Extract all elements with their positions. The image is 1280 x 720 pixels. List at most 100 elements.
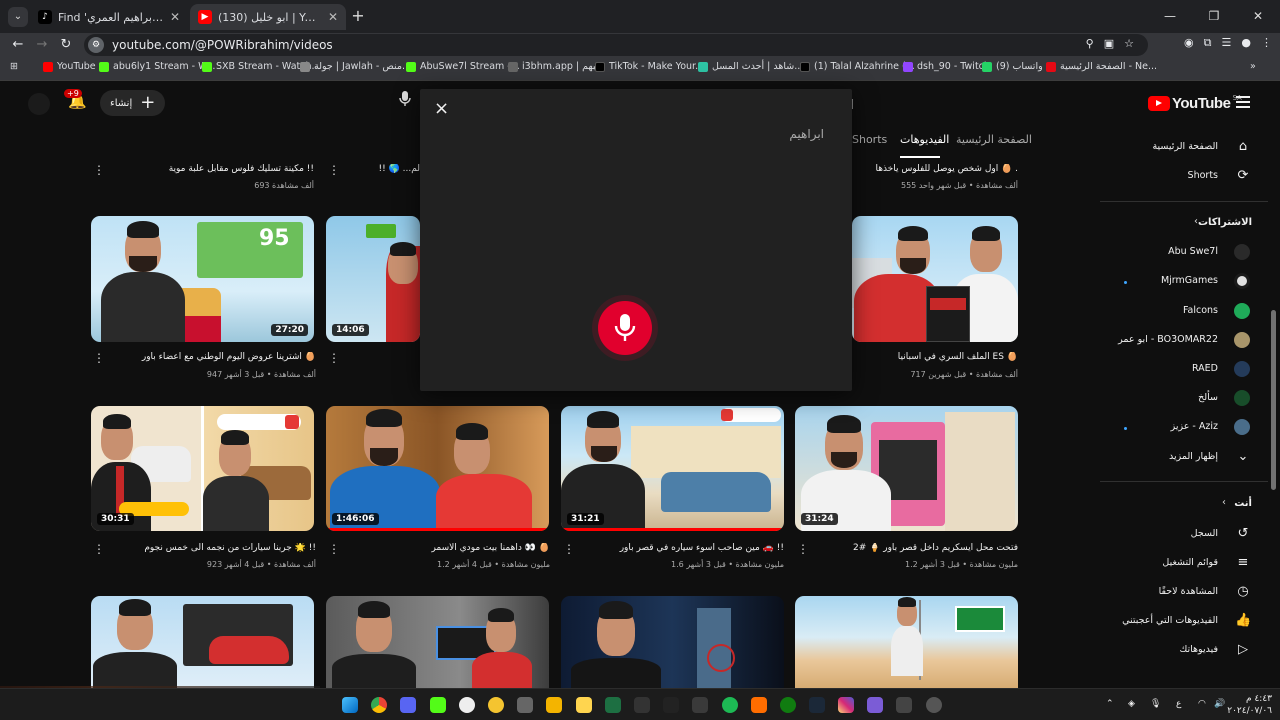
sidebar-subscription[interactable]: MjrmGames	[1100, 275, 1218, 286]
video-menu-icon[interactable]: ⋮	[93, 352, 105, 364]
steam-icon[interactable]	[809, 697, 825, 713]
url-text[interactable]: youtube.com/@POWRibrahim/videos	[112, 38, 333, 52]
video-title[interactable]: مين صاحب اسوء سياره في قصر باور 🚗 !!	[574, 543, 784, 553]
tab-shorts[interactable]: Shorts	[852, 133, 887, 146]
sidebar-subscription[interactable]: ابو عمر - BO3OMAR22	[1100, 334, 1218, 345]
video-menu-icon[interactable]: ⋮	[93, 543, 105, 555]
bookmark-item[interactable]: i3bhm.app | لعبهم	[508, 61, 603, 72]
video-thumbnail[interactable]	[326, 596, 549, 688]
sidebar-item-history[interactable]: السجل	[1100, 528, 1218, 539]
new-tab-button[interactable]: +	[348, 7, 368, 27]
video-menu-icon[interactable]: ⋮	[563, 543, 575, 555]
video-menu-icon[interactable]: ⋮	[93, 164, 105, 176]
video-title[interactable]: اشترينا عروض اليوم الوطني مع أعضاء باور …	[104, 352, 316, 362]
sidebar-item-shorts[interactable]: Shorts	[1100, 170, 1218, 181]
back-arrow-icon[interactable]: ←	[8, 35, 28, 55]
taskbar-clock[interactable]: ٤:٤٣ م ٢٠٢٤/٠٧/٠٦	[1227, 693, 1272, 717]
video-title[interactable]: فتحت محل آيسكريم داخل قصر باور 🍦 #2	[808, 543, 1018, 553]
tray-mic-icon[interactable]: 🎙	[1150, 699, 1161, 709]
sidebar-item-your-videos[interactable]: فيديوهاتك	[1100, 644, 1218, 655]
tab-videos[interactable]: الفيديوهات	[900, 133, 949, 146]
excel-icon[interactable]	[605, 697, 621, 713]
sidebar-item-watch-later[interactable]: المشاهدة لاحقًا	[1100, 586, 1218, 597]
video-menu-icon[interactable]: ⋮	[328, 352, 340, 364]
video-title[interactable]: جربنا سيارات من نجمه الى خمس نجوم 🌟 !!	[104, 543, 316, 553]
app-icon[interactable]	[896, 697, 912, 713]
instagram-icon[interactable]	[838, 697, 854, 713]
video-menu-icon[interactable]: ⋮	[328, 543, 340, 555]
maximize-icon[interactable]: ❐	[1192, 0, 1236, 33]
video-thumbnail[interactable]	[852, 216, 1018, 342]
bookmark-item[interactable]: واتساب (9)	[982, 61, 1043, 72]
reload-icon[interactable]: ↻	[56, 35, 76, 55]
video-thumbnail[interactable]: 14:06	[326, 216, 420, 342]
sidebar-subscription[interactable]: Abu Swe7l	[1100, 246, 1218, 257]
guide-menu-icon[interactable]	[1236, 96, 1250, 108]
address-bar[interactable]: ⚙ youtube.com/@POWRibrahim/videos ⚲ ▣ ☆	[84, 34, 1148, 56]
discord-icon[interactable]	[400, 697, 416, 713]
menu-icon[interactable]: ☰	[1222, 36, 1232, 50]
video-thumbnail[interactable]	[91, 596, 314, 688]
tab-home[interactable]: الصفحة الرئيسية	[956, 133, 1032, 146]
browser-tab-active[interactable]: ▶ (130) ابو خليل | YouTube ✕	[190, 4, 346, 30]
wifi-icon[interactable]: ◠	[1198, 699, 1206, 709]
account-avatar[interactable]	[28, 93, 50, 115]
tray-overflow-icon[interactable]: ⌃	[1106, 699, 1114, 709]
voice-search-mic-icon[interactable]	[394, 91, 416, 113]
close-icon[interactable]: ×	[434, 99, 449, 119]
site-info-icon[interactable]: ⚙	[88, 37, 104, 53]
video-menu-icon[interactable]: ⋮	[328, 164, 340, 176]
bookmarks-overflow-icon[interactable]: »	[1250, 61, 1256, 72]
bookmark-item[interactable]: (1) Talal Alzahrine (...	[800, 61, 915, 72]
chrome-icon[interactable]	[371, 697, 387, 713]
zoom-icon[interactable]: ⚲	[1086, 37, 1094, 50]
video-thumbnail[interactable]: 31:24	[795, 406, 1018, 531]
video-menu-icon[interactable]: ⋮	[797, 543, 809, 555]
you-heading[interactable]: أنت	[1140, 498, 1252, 509]
sidebar-item-playlists[interactable]: قوائم التشغيل	[1100, 557, 1218, 568]
create-button[interactable]: إنشاء +	[100, 90, 166, 116]
youtube-logo[interactable]: YouTube SA	[1148, 94, 1242, 112]
minimize-icon[interactable]: —	[1148, 0, 1192, 33]
bookmark-item[interactable]: AbuSwe7l Stream -...	[406, 61, 520, 72]
app-icon[interactable]	[488, 697, 504, 713]
volume-icon[interactable]: 🔊	[1214, 699, 1225, 709]
capcut-icon[interactable]	[692, 697, 708, 713]
file-explorer-icon[interactable]	[576, 697, 592, 713]
close-window-icon[interactable]: ✕	[1236, 0, 1280, 33]
xbox-icon[interactable]	[780, 697, 796, 713]
profile-avatar[interactable]: ●	[1241, 36, 1251, 50]
spotify-icon[interactable]	[722, 697, 738, 713]
bookmark-item[interactable]: YouTube	[43, 61, 96, 72]
bookmark-item[interactable]: جولة | Jawlah - منص...	[300, 61, 411, 72]
bookmark-item[interactable]: الصفحة الرئيسية - Ne...	[1046, 61, 1157, 72]
app-icon[interactable]	[751, 697, 767, 713]
video-title[interactable]: مكينة تسليك فلوس مقابل علبة موية !!	[104, 164, 314, 174]
video-thumbnail[interactable]: 31:21	[561, 406, 784, 531]
cast-icon[interactable]: ▣	[1104, 37, 1114, 50]
app-icon[interactable]	[867, 697, 883, 713]
voice-mic-button[interactable]	[598, 301, 652, 355]
sidebar-subscription[interactable]: Falcons	[1100, 305, 1218, 316]
app-icon[interactable]	[546, 697, 562, 713]
bookmark-item[interactable]: dsh_90 - Twitch	[903, 61, 990, 72]
tab-search-button[interactable]: ⌄	[8, 7, 28, 27]
close-icon[interactable]: ✕	[170, 10, 180, 24]
puzzle-icon[interactable]: ⧉	[1204, 36, 1212, 50]
video-title[interactable]: داهمنا بيت مودي الأسمر 👀 🥚	[340, 543, 550, 553]
sidebar-subscription[interactable]: سألخ	[1100, 392, 1218, 403]
video-thumbnail[interactable]	[561, 596, 784, 688]
video-title[interactable]: !! 🌎 ...لم	[340, 164, 420, 174]
tray-app-icon[interactable]: ◈	[1128, 699, 1135, 709]
forward-arrow-icon[interactable]: →	[32, 35, 52, 55]
language-indicator[interactable]: ع	[1176, 699, 1181, 709]
app-icon[interactable]	[663, 697, 679, 713]
kick-icon[interactable]	[430, 697, 446, 713]
bookmark-item[interactable]: abu6ly1 Stream - W...	[99, 61, 215, 72]
store-icon[interactable]	[634, 697, 650, 713]
extension-icon[interactable]: ◉	[1184, 36, 1194, 50]
bookmark-star-icon[interactable]: ☆	[1124, 37, 1134, 50]
close-icon[interactable]: ✕	[328, 10, 338, 24]
windows-start-icon[interactable]	[342, 697, 358, 713]
video-thumbnail[interactable]: 1:46:06	[326, 406, 549, 531]
